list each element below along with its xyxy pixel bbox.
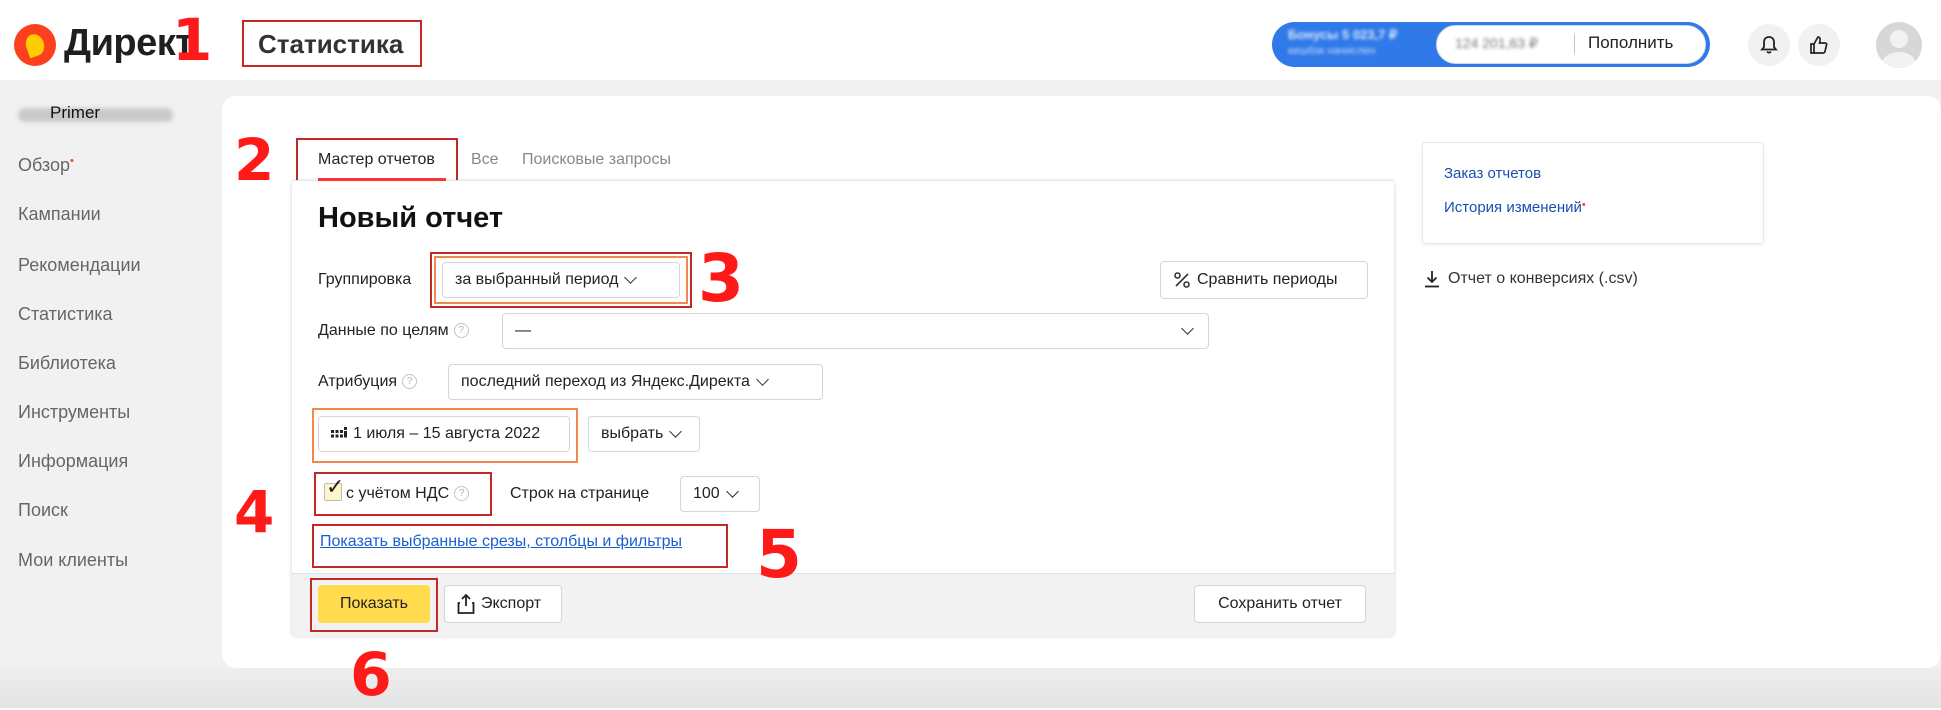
compare-label: Сравнить периоды [1197,271,1338,288]
goals-select[interactable]: — [502,313,1209,349]
csv-label: Отчет о конверсиях (.csv) [1448,270,1638,287]
thumbs-up-icon [1810,36,1828,54]
vat-label[interactable]: с учётом НДС? [346,485,470,503]
sidebar-item-recommendations[interactable]: Рекомендации [18,255,141,276]
annotation-marker-3: 3 [698,240,744,317]
tab-all[interactable]: Все [471,151,499,169]
sidebar-item-tools[interactable]: Инструменты [18,402,130,423]
annotation-marker-5: 5 [756,516,802,593]
change-history-label: История изменений [1444,199,1582,216]
bonus-caption: кешбэк начислен [1288,45,1376,57]
sidebar-item-label: Обзор [18,155,70,175]
new-badge: • [1581,199,1586,211]
goals-label: Данные по целям? [318,322,469,340]
vat-label-text: с учётом НДС [346,485,450,502]
sidebar-item-overview[interactable]: Обзор• [18,155,74,176]
goals-label-text: Данные по целям [318,322,449,339]
help-icon[interactable]: ? [454,486,470,502]
chevron-down-icon [725,485,739,498]
attribution-label-text: Атрибуция [318,373,398,390]
tabs-divider [292,180,1394,181]
annotation-marker-4: 4 [234,478,275,546]
show-slices-link[interactable]: Показать выбранные срезы, столбцы и филь… [320,533,682,551]
annotation-marker-2: 2 [234,126,275,194]
grouping-value: за выбранный период [455,271,619,288]
calendar-icon [331,427,347,438]
logo-icon[interactable] [14,24,56,66]
notifications-button[interactable] [1748,24,1790,66]
download-icon [1425,271,1439,288]
bell-icon [1760,36,1778,54]
checkmark-icon: ✓ [326,474,345,499]
chevron-down-icon [1181,322,1194,335]
period-value: выбрать [601,425,664,442]
help-icon[interactable]: ? [453,323,469,339]
rows-per-page-select[interactable]: 100 [680,476,760,512]
attribution-label: Атрибуция? [318,373,418,391]
sidebar-item-information[interactable]: Информация [18,451,128,472]
annotation-marker-1: 1 [172,6,213,74]
save-report-button[interactable]: Сохранить отчет [1194,585,1366,623]
export-button[interactable]: Экспорт [444,585,562,623]
tab-search-queries[interactable]: Поисковые запросы [522,151,671,169]
compare-periods-button[interactable]: Сравнить периоды [1160,261,1368,299]
sidebar-item-clients[interactable]: Мои клиенты [18,550,128,571]
attribution-value: последний переход из Яндекс.Директа [461,373,750,390]
topup-button[interactable]: Пополнить [1588,33,1673,53]
sidebar-user-name[interactable]: Primer [50,103,100,123]
sidebar-item-statistics[interactable]: Статистика [18,304,113,325]
percent-icon [1174,272,1190,288]
conversions-csv-link[interactable]: Отчет о конверсиях (.csv) [1424,270,1638,288]
attribution-select[interactable]: последний переход из Яндекс.Директа [448,364,823,400]
chevron-down-icon [669,425,683,438]
bonus-balance: Бонусы 5 023,7 ₽ [1288,27,1398,42]
tab-report-wizard[interactable]: Мастер отчетов [318,151,435,169]
date-range-picker[interactable]: 1 июля – 15 августа 2022 [318,416,570,452]
show-button[interactable]: Показать [318,585,430,623]
export-label: Экспорт [481,595,542,612]
rows-per-page-label: Строк на странице [510,485,650,502]
new-badge: • [70,155,74,167]
side-links-panel [1422,142,1764,244]
change-history-link[interactable]: История изменений• [1444,199,1586,216]
goals-value: — [515,322,531,339]
sidebar-item-search[interactable]: Поиск [18,500,68,521]
pill-divider [1574,34,1575,54]
user-avatar[interactable] [1876,22,1922,68]
date-range-value: 1 июля – 15 августа 2022 [353,425,541,442]
chevron-down-icon [624,271,638,284]
page-title: Статистика [258,29,404,59]
grouping-label: Группировка [318,271,412,288]
order-report-link[interactable]: Заказ отчетов [1444,165,1541,182]
annotation-marker-6: 6 [350,640,392,710]
chevron-down-icon [755,373,769,386]
account-amount: 124 201,63 ₽ [1455,35,1538,51]
sidebar-item-campaigns[interactable]: Кампании [18,204,101,225]
export-icon [457,594,475,614]
sidebar-item-library[interactable]: Библиотека [18,353,116,374]
grouping-select[interactable]: за выбранный период [442,262,680,298]
rows-value: 100 [693,485,720,502]
help-icon[interactable]: ? [402,374,418,390]
active-tab-underline [318,178,446,181]
report-title: Новый отчет [318,202,504,234]
footer-blur [0,668,1941,708]
feedback-button[interactable] [1798,24,1840,66]
period-select[interactable]: выбрать [588,416,700,452]
